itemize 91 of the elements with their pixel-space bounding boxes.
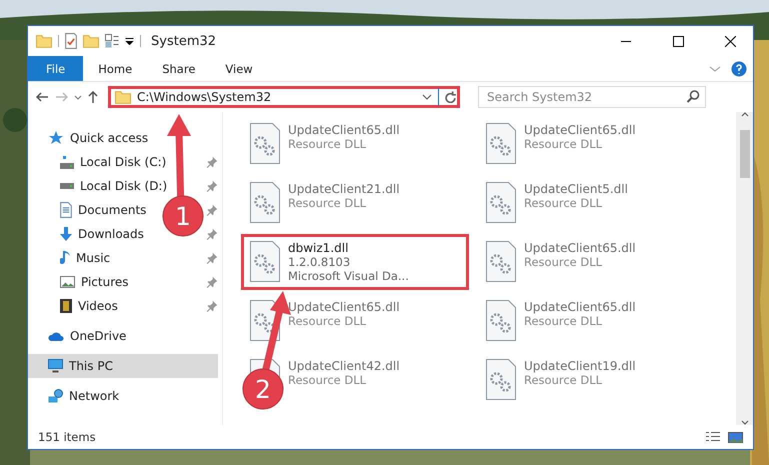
pin-icon [206, 204, 218, 216]
pin-icon [206, 156, 218, 168]
back-arrow-icon [36, 92, 49, 102]
pin-icon [206, 252, 218, 264]
file-name: UpdateClient65.dll [288, 123, 400, 137]
file-name: UpdateClient65.dll [524, 241, 636, 255]
dll-file-icon [486, 182, 516, 223]
address-bar[interactable]: C:\Windows\System32 [108, 86, 460, 108]
dll-file-icon [486, 300, 516, 341]
sidebar-item[interactable]: Downloads [28, 222, 150, 246]
dll-file-icon [486, 241, 516, 282]
film-icon [60, 299, 72, 313]
sidebar-item[interactable]: OneDrive [28, 324, 132, 348]
sidebar-item[interactable]: Network [28, 384, 126, 408]
item-count: 151 items [38, 430, 97, 444]
pin-icon [206, 300, 218, 312]
ribbon-tab[interactable]: Share [147, 56, 210, 81]
file-detail: 1.2.0.8103 [288, 255, 352, 269]
scroll-up-icon [740, 112, 748, 117]
ribbon-tab[interactable]: Home [83, 56, 148, 81]
scrollbar[interactable] [736, 112, 753, 425]
sidebar-item[interactable]: Videos [28, 294, 124, 318]
file-detail: Resource DLL [524, 137, 604, 151]
maximize-icon [672, 36, 684, 46]
network-icon [48, 389, 63, 403]
properties-icon [65, 33, 77, 49]
forward-arrow-icon [55, 92, 68, 102]
view-options-icon [105, 34, 119, 48]
ribbon-tab[interactable]: File [28, 56, 84, 81]
file-detail: Resource DLL [288, 373, 368, 387]
monitor-icon [48, 359, 63, 373]
star-icon [48, 130, 64, 146]
file-name: UpdateClient65.dll [524, 300, 636, 314]
file-detail: Resource DLL [288, 314, 368, 328]
scroll-down-icon [740, 420, 748, 425]
file-name: UpdateClient65.dll [524, 123, 636, 137]
window-title: System32 [151, 34, 218, 48]
file-detail: Microsoft Visual Da... [288, 269, 409, 283]
tiles-view-icon [728, 432, 743, 442]
document-icon [60, 202, 72, 218]
sidebar-item[interactable]: Music [28, 246, 116, 270]
new-folder-icon [83, 34, 99, 48]
sidebar-item[interactable]: Documents [28, 198, 152, 222]
chevron-down-icon [422, 94, 432, 100]
up-arrow-icon [88, 90, 98, 104]
folder-icon [115, 90, 131, 104]
file-detail: Resource DLL [524, 314, 604, 328]
search-icon [687, 90, 700, 103]
dll-file-icon [250, 123, 280, 164]
ribbon-tab[interactable]: View [210, 56, 268, 81]
pin-icon [206, 180, 218, 192]
file-detail: Resource DLL [524, 373, 604, 387]
dll-file-icon [250, 182, 280, 223]
file-detail: Resource DLL [524, 196, 604, 210]
picture-icon [60, 276, 75, 288]
close-icon [724, 36, 736, 46]
chevron-down-icon [709, 66, 721, 72]
music-note-icon [60, 251, 70, 265]
file-name: UpdateClient5.dll [524, 182, 628, 196]
file-detail: Resource DLL [288, 196, 368, 210]
download-icon [60, 227, 72, 241]
file-detail: Resource DLL [288, 137, 368, 151]
dll-file-icon [486, 123, 516, 164]
dll-file-icon [250, 241, 280, 282]
sidebar-item[interactable]: Quick access [28, 126, 154, 150]
folder-icon [36, 34, 52, 48]
sidebar-item[interactable]: This PC [28, 354, 218, 378]
dropdown-icon [125, 38, 134, 44]
drive-icon [60, 183, 74, 189]
pin-icon [206, 228, 218, 240]
search-field[interactable]: Search System32 [478, 86, 706, 108]
scrollbar-thumb[interactable] [740, 130, 750, 178]
file-detail: Resource DLL [524, 255, 604, 269]
sidebar-item[interactable]: Local Disk (D:) [28, 174, 174, 198]
drive-icon [60, 156, 74, 168]
file-name: UpdateClient21.dll [288, 182, 400, 196]
file-name: UpdateClient65.dll [288, 300, 400, 314]
pin-icon [206, 276, 218, 288]
sidebar-item[interactable]: Local Disk (C:) [28, 150, 172, 174]
file-name: UpdateClient42.dll [288, 359, 400, 373]
details-view-icon [706, 432, 720, 440]
minimize-icon [621, 40, 631, 42]
chevron-down-icon [74, 94, 82, 100]
sidebar-item[interactable]: Pictures [28, 270, 135, 294]
refresh-icon [445, 91, 457, 103]
cloud-icon [48, 331, 64, 341]
dll-file-icon [486, 359, 516, 400]
highlighted-file[interactable]: dbwiz1.dll 1.2.0.8103 Microsoft Visual Da... [241, 234, 469, 290]
file-name: dbwiz1.dll [288, 241, 350, 255]
file-name: UpdateClient19.dll [524, 359, 636, 373]
help-icon [731, 60, 747, 76]
